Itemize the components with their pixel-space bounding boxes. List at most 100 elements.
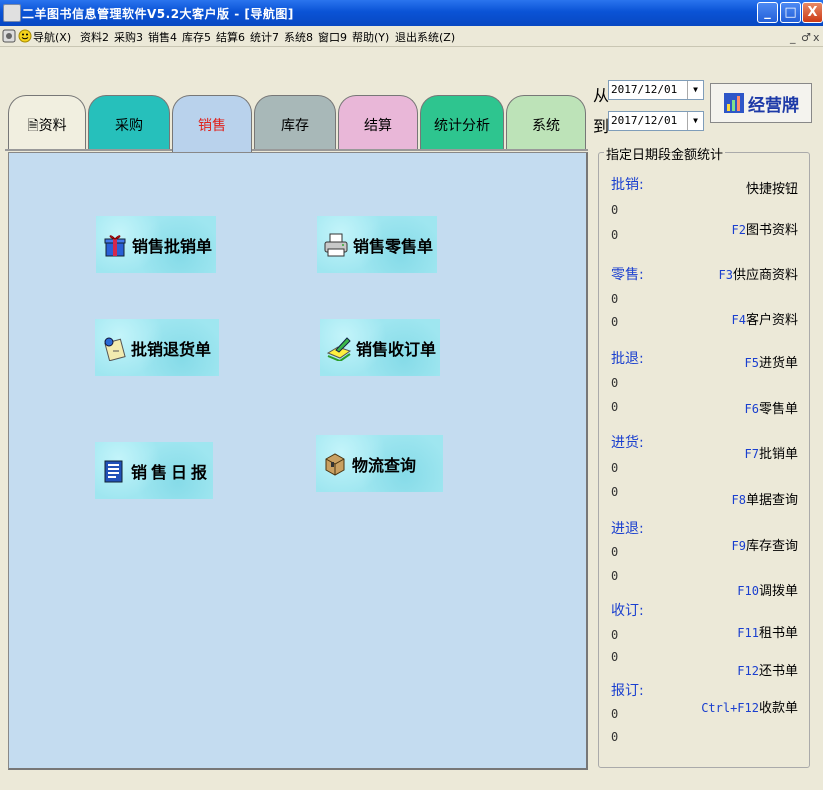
stat-label: 批销: bbox=[611, 177, 644, 193]
shortcut-f4[interactable]: F4客户资料 bbox=[732, 309, 798, 328]
shortcuts-header: 快捷按钮 bbox=[745, 182, 798, 197]
menu-settlement[interactable]: 结算6 bbox=[216, 29, 245, 45]
app-icon[interactable] bbox=[3, 4, 21, 22]
menu-exit[interactable]: 退出系统(Z) bbox=[395, 29, 455, 45]
shortcut-f11[interactable]: F11租书单 bbox=[737, 622, 798, 641]
menu-inventory[interactable]: 库存5 bbox=[182, 29, 211, 45]
stat-value: 0 bbox=[611, 228, 619, 242]
menu-sales[interactable]: 销售4 bbox=[148, 29, 177, 45]
document-icon: 🗎 bbox=[27, 118, 39, 134]
logistics-query-label: 物流查询 bbox=[352, 455, 417, 475]
tab-data-label: 🗎资料 bbox=[27, 118, 67, 134]
system-menu-icon[interactable] bbox=[2, 29, 16, 43]
shortcut-f3[interactable]: F3供应商资料 bbox=[719, 264, 798, 283]
wholesale-return-button[interactable]: 批销退货单 bbox=[95, 319, 219, 376]
date-from-value: 2017/12/01 bbox=[611, 83, 678, 96]
stat-value: 0 bbox=[611, 203, 619, 217]
stat-value: 0 bbox=[611, 730, 619, 744]
bar-chart-icon bbox=[724, 93, 744, 113]
sales-subscription-button[interactable]: 销售收订单 bbox=[320, 319, 440, 376]
tab-statistics[interactable]: 统计分析 bbox=[420, 95, 504, 149]
menu-nav[interactable]: 导航(X) bbox=[33, 29, 71, 45]
sales-wholesale-order-button[interactable]: 销售批销单 bbox=[96, 216, 216, 273]
stat-label: 零售: bbox=[611, 267, 644, 283]
tab-system[interactable]: 系统 bbox=[506, 95, 586, 149]
maximize-button[interactable]: □ bbox=[780, 2, 801, 23]
tab-sales-label: 销售 bbox=[198, 118, 226, 134]
stat-value: 0 bbox=[611, 400, 619, 414]
stat-value: 0 bbox=[611, 461, 619, 475]
shortcut-f6[interactable]: F6零售单 bbox=[745, 398, 798, 417]
stat-value: 0 bbox=[611, 292, 619, 306]
chevron-down-icon[interactable]: ▼ bbox=[687, 81, 703, 99]
stat-value: 0 bbox=[611, 376, 619, 390]
shortcut-f2[interactable]: F2图书资料 bbox=[732, 219, 798, 238]
date-to-picker[interactable]: 2017/12/01 ▼ bbox=[608, 111, 704, 131]
stat-value: 0 bbox=[611, 545, 619, 559]
menu-window[interactable]: 窗口9 bbox=[318, 29, 347, 45]
stat-value: 0 bbox=[611, 707, 619, 721]
shortcut-f8[interactable]: F8单据查询 bbox=[732, 489, 798, 508]
stat-value: 0 bbox=[611, 315, 619, 329]
title-bar: 二羊图书信息管理软件V5.2大客户版 - [导航图] _ □ X bbox=[0, 0, 823, 26]
shortcut-f12[interactable]: F12还书单 bbox=[737, 660, 798, 679]
mdi-close-button[interactable]: x bbox=[813, 31, 820, 44]
tab-sales[interactable]: 销售 bbox=[172, 95, 252, 152]
window-title: 二羊图书信息管理软件V5.2大客户版 - [导航图] bbox=[22, 7, 294, 21]
printer-icon bbox=[324, 233, 348, 256]
stat-label: 进货: bbox=[611, 435, 644, 451]
tab-inventory[interactable]: 库存 bbox=[254, 95, 336, 149]
mdi-minimize-button[interactable]: _ bbox=[790, 31, 796, 44]
date-from-picker[interactable]: 2017/12/01 ▼ bbox=[608, 80, 704, 100]
return-document-icon bbox=[104, 337, 126, 361]
tab-settlement[interactable]: 结算 bbox=[338, 95, 418, 149]
stat-value: 0 bbox=[611, 485, 619, 499]
menu-help[interactable]: 帮助(Y) bbox=[352, 29, 389, 45]
chevron-down-icon[interactable]: ▼ bbox=[687, 112, 703, 130]
shortcut-f5[interactable]: F5进货单 bbox=[745, 352, 798, 371]
stat-label: 批退: bbox=[611, 351, 644, 367]
stat-label: 收订: bbox=[611, 603, 644, 619]
menu-statistics[interactable]: 统计7 bbox=[250, 29, 279, 45]
stat-label: 报订: bbox=[611, 683, 644, 699]
minimize-button[interactable]: _ bbox=[757, 2, 778, 23]
menu-purchase[interactable]: 采购3 bbox=[114, 29, 143, 45]
report-icon bbox=[104, 460, 123, 482]
menu-bar: 导航(X) 资料2 采购3 销售4 库存5 结算6 统计7 系统8 窗口9 帮助… bbox=[0, 26, 823, 47]
date-to-value: 2017/12/01 bbox=[611, 114, 678, 127]
stat-label: 进退: bbox=[611, 521, 644, 537]
package-icon bbox=[325, 452, 345, 476]
tab-statistics-label: 统计分析 bbox=[434, 118, 490, 134]
logistics-query-button[interactable]: 物流查询 bbox=[316, 435, 443, 492]
stat-value: 0 bbox=[611, 628, 619, 642]
menu-system[interactable]: 系统8 bbox=[284, 29, 313, 45]
status-area bbox=[0, 778, 823, 790]
mdi-restore-button[interactable]: ♂ bbox=[801, 31, 811, 44]
tab-inventory-label: 库存 bbox=[281, 118, 309, 134]
stats-legend: 指定日期段金额统计 bbox=[604, 144, 726, 163]
shortcut-f7[interactable]: F7批销单 bbox=[745, 443, 798, 462]
close-button[interactable]: X bbox=[802, 2, 823, 23]
smiley-icon bbox=[18, 29, 32, 43]
stat-value: 0 bbox=[611, 569, 619, 583]
wholesale-return-label: 批销退货单 bbox=[131, 339, 212, 359]
tab-purchase[interactable]: 采购 bbox=[88, 95, 170, 149]
tab-data[interactable]: 🗎资料 bbox=[8, 95, 86, 149]
shortcut-f10[interactable]: F10调拨单 bbox=[737, 580, 798, 599]
sales-daily-report-label: 销售日报 bbox=[131, 462, 212, 482]
pen-paper-icon bbox=[326, 336, 352, 361]
sales-retail-order-label: 销售零售单 bbox=[353, 236, 434, 256]
sales-subscription-label: 销售收订单 bbox=[356, 339, 437, 359]
tab-divider bbox=[5, 149, 588, 151]
stat-value: 0 bbox=[611, 650, 619, 664]
sales-daily-report-button[interactable]: 销售日报 bbox=[95, 442, 213, 499]
gift-box-icon bbox=[104, 234, 126, 256]
menu-data[interactable]: 资料2 bbox=[80, 29, 109, 45]
shortcut-f9[interactable]: F9库存查询 bbox=[732, 535, 798, 554]
business-board-button[interactable]: 经营牌 bbox=[710, 83, 812, 123]
tab-system-label: 系统 bbox=[532, 118, 560, 134]
sales-retail-order-button[interactable]: 销售零售单 bbox=[317, 216, 437, 273]
shortcut-ctrl-f12[interactable]: Ctrl+F12收款单 bbox=[701, 697, 798, 716]
date-from-label: 从 bbox=[593, 86, 610, 105]
tab-settlement-label: 结算 bbox=[364, 118, 392, 134]
